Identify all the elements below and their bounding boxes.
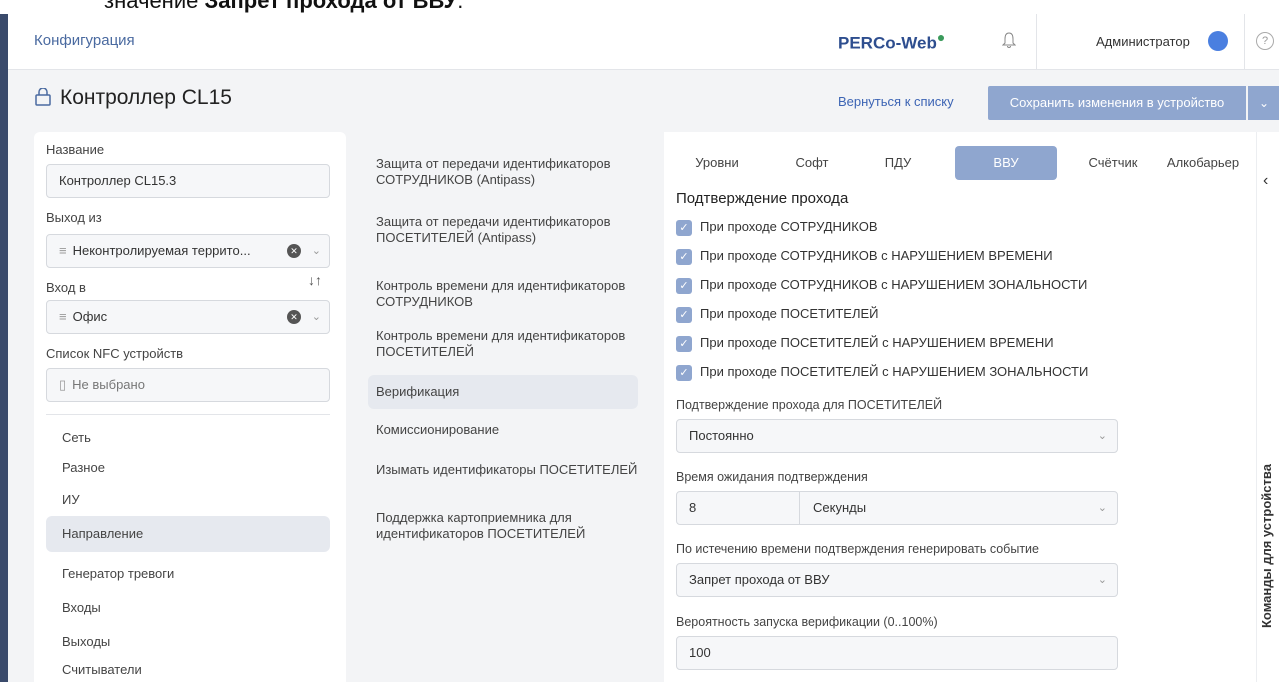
checkbox-checked-icon[interactable]: ✓ xyxy=(676,219,692,236)
tab-soft[interactable]: Софт xyxy=(782,146,842,180)
chevron-down-icon[interactable]: ⌄ xyxy=(312,301,321,333)
nfc-label: Список NFC устройств xyxy=(46,346,184,361)
chevron-down-icon[interactable]: ⌄ xyxy=(312,235,321,267)
check-employees[interactable]: ✓ При проходе СОТРУДНИКОВ xyxy=(676,218,878,240)
list-icon: ≡ xyxy=(59,243,67,258)
direction-submenu: Защита от передачи идентификаторов СОТРУ… xyxy=(360,132,657,682)
tab-external-verification[interactable]: ВВУ xyxy=(955,146,1057,180)
lock-icon xyxy=(35,88,51,106)
timeout-event-select[interactable]: Запрет прохода от ВВУ ⌄ xyxy=(676,563,1118,597)
tab-alcobarrier[interactable]: Алкобарьер xyxy=(1158,146,1248,180)
user-avatar-icon[interactable] xyxy=(1208,31,1228,51)
page-title: Контроллер CL15 xyxy=(60,86,232,109)
probability-input[interactable]: 100 xyxy=(676,636,1118,670)
chevron-down-icon[interactable]: ⌄ xyxy=(1098,564,1107,596)
check-employees-zone[interactable]: ✓ При проходе СОТРУДНИКОВ с НАРУШЕНИЕМ ЗО… xyxy=(676,276,1087,298)
device-commands-panel[interactable]: ‹ Команды для устройства xyxy=(1256,132,1279,682)
nav-item-actuator[interactable]: ИУ xyxy=(34,482,330,518)
divider xyxy=(1244,14,1245,70)
device-commands-label[interactable]: Команды для устройства xyxy=(1259,464,1274,628)
wait-unit-select[interactable]: Секунды xyxy=(813,492,866,524)
document-caption: значение Запрет прохода от ВВУ. xyxy=(0,0,1279,14)
help-icon[interactable]: ? xyxy=(1256,32,1274,50)
timeout-event-label: По истечению времени подтверждения генер… xyxy=(676,542,1039,556)
chevron-left-icon[interactable]: ‹ xyxy=(1263,172,1268,190)
nav-item-readers[interactable]: Считыватели xyxy=(34,652,330,682)
submenu-item-withdraw-visitor-ids[interactable]: Изымать идентификаторы ПОСЕТИТЕЛЕЙ xyxy=(376,462,640,478)
nav-item-alarm-generator[interactable]: Генератор тревоги xyxy=(34,556,330,592)
page-header: Контроллер CL15 Вернуться к списку Сохра… xyxy=(8,70,1279,126)
checkbox-checked-icon[interactable]: ✓ xyxy=(676,248,692,265)
divider xyxy=(1036,14,1037,70)
section-title[interactable]: Конфигурация xyxy=(34,32,135,49)
submenu-item-time-employees[interactable]: Контроль времени для идентификаторов СОТ… xyxy=(376,278,640,310)
tab-counter[interactable]: Счётчик xyxy=(1078,146,1148,180)
top-bar: Конфигурация PERCo-Web● Администратор ? xyxy=(8,14,1279,70)
clear-icon[interactable]: ✕ xyxy=(287,310,301,324)
name-input[interactable]: Контроллер CL15.3 xyxy=(46,164,330,198)
tab-remote[interactable]: ПДУ xyxy=(868,146,928,180)
visitors-confirm-label: Подтверждение прохода для ПОСЕТИТЕЛЕЙ xyxy=(676,398,943,412)
exit-zone-select[interactable]: ≡ Неконтролируемая террито... ✕ ⌄ xyxy=(46,234,330,268)
checkbox-checked-icon[interactable]: ✓ xyxy=(676,335,692,352)
device-settings-panel: Название Контроллер CL15.3 Выход из ≡ Нек… xyxy=(34,132,346,682)
bell-icon[interactable] xyxy=(1002,32,1016,48)
visitors-confirm-select[interactable]: Постоянно ⌄ xyxy=(676,419,1118,453)
checkbox-checked-icon[interactable]: ✓ xyxy=(676,364,692,381)
check-employees-time[interactable]: ✓ При проходе СОТРУДНИКОВ с НАРУШЕНИЕМ ВР… xyxy=(676,247,1053,269)
phone-icon: ▯ xyxy=(59,377,67,392)
wait-time-input[interactable]: 8 Секунды ⌄ xyxy=(676,491,1118,525)
swap-direction-icon[interactable]: ↓↑ xyxy=(308,272,322,288)
app-window: Конфигурация PERCo-Web● Администратор ? … xyxy=(8,14,1279,682)
document-left-rule xyxy=(0,14,8,682)
probability-label: Вероятность запуска верификации (0..100%… xyxy=(676,615,938,629)
nfc-select[interactable]: ▯ Не выбрано xyxy=(46,368,330,402)
submenu-item-antipass-visitors[interactable]: Защита от передачи идентификаторов ПОСЕТ… xyxy=(376,214,640,246)
submenu-item-time-visitors[interactable]: Контроль времени для идентификаторов ПОС… xyxy=(376,328,640,360)
entry-zone-select[interactable]: ≡ Офис ✕ ⌄ xyxy=(46,300,330,334)
checkbox-checked-icon[interactable]: ✓ xyxy=(676,306,692,323)
submenu-item-card-collector[interactable]: Поддержка картоприемника для идентификат… xyxy=(376,510,640,542)
chevron-down-icon[interactable]: ⌄ xyxy=(1248,86,1279,120)
section-title: Подтверждение прохода xyxy=(676,190,849,207)
nav-item-inputs[interactable]: Входы xyxy=(34,590,330,626)
clear-icon[interactable]: ✕ xyxy=(287,244,301,258)
entry-label: Вход в xyxy=(46,280,86,295)
list-icon: ≡ xyxy=(59,309,67,324)
check-visitors-zone[interactable]: ✓ При проходе ПОСЕТИТЕЛЕЙ с НАРУШЕНИЕМ ЗО… xyxy=(676,363,1088,385)
submenu-item-antipass-employees[interactable]: Защита от передачи идентификаторов СОТРУ… xyxy=(376,156,640,188)
tabs: Уровни Софт ПДУ ВВУ Счётчик Алкобарьер xyxy=(664,146,1254,180)
nav-item-direction[interactable]: Направление xyxy=(46,516,330,552)
name-label: Название xyxy=(46,142,105,157)
divider xyxy=(799,492,800,524)
check-visitors-time[interactable]: ✓ При проходе ПОСЕТИТЕЛЕЙ с НАРУШЕНИЕМ ВР… xyxy=(676,334,1054,356)
exit-label: Выход из xyxy=(46,210,102,225)
tab-levels[interactable]: Уровни xyxy=(682,146,752,180)
divider xyxy=(46,414,330,415)
brand-logo: PERCo-Web● xyxy=(838,29,946,53)
wait-time-label: Время ожидания подтверждения xyxy=(676,470,868,484)
verification-settings: Уровни Софт ПДУ ВВУ Счётчик Алкобарьер П… xyxy=(664,132,1256,682)
nav-item-misc[interactable]: Разное xyxy=(34,450,330,486)
chevron-down-icon[interactable]: ⌄ xyxy=(1098,420,1107,452)
save-to-device-button[interactable]: Сохранить изменения в устройство xyxy=(988,86,1246,120)
chevron-down-icon[interactable]: ⌄ xyxy=(1098,492,1107,524)
check-visitors[interactable]: ✓ При проходе ПОСЕТИТЕЛЕЙ xyxy=(676,305,878,327)
checkbox-checked-icon[interactable]: ✓ xyxy=(676,277,692,294)
back-to-list-link[interactable]: Вернуться к списку xyxy=(838,94,954,109)
submenu-item-verification[interactable]: Верификация xyxy=(368,375,638,409)
submenu-item-commissioning[interactable]: Комиссионирование xyxy=(376,422,640,438)
user-name[interactable]: Администратор xyxy=(1096,34,1190,49)
